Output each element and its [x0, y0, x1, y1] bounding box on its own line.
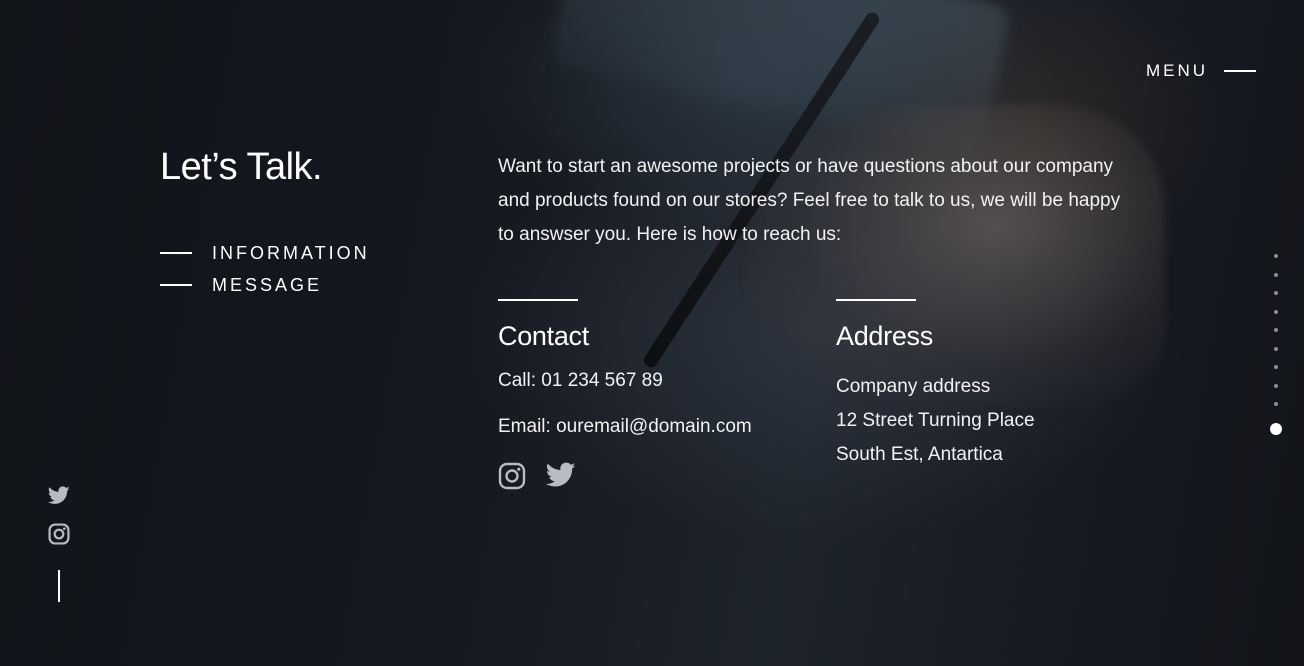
- pagination-dot[interactable]: [1274, 383, 1278, 388]
- address-heading: Address: [836, 321, 933, 351]
- contact-socials: [498, 462, 752, 490]
- sidebar-socials: [48, 486, 70, 545]
- section-pagination: [1270, 254, 1282, 435]
- contact-block: Contact Call: 01 234 567 89 Email: ourem…: [498, 299, 752, 490]
- pagination-dot[interactable]: [1274, 346, 1278, 351]
- section-nav-label: INFORMATION: [212, 242, 370, 263]
- pagination-dot[interactable]: [1274, 309, 1278, 314]
- pagination-dot[interactable]: [1274, 365, 1278, 369]
- nav-dash-icon: [160, 284, 192, 286]
- contact-email: Email: ouremail@domain.com: [498, 416, 752, 437]
- pagination-dot[interactable]: [1274, 402, 1278, 406]
- address-line: South Est, Antartica: [836, 444, 1003, 465]
- twitter-icon[interactable]: [48, 486, 70, 505]
- instagram-icon[interactable]: [498, 462, 526, 490]
- menu-line-icon: [1224, 70, 1256, 72]
- contact-divider: [498, 299, 578, 301]
- nav-dash-icon: [160, 252, 192, 254]
- pagination-dot[interactable]: [1274, 328, 1278, 332]
- menu-label: MENU: [1145, 61, 1208, 80]
- contact-heading: Contact: [498, 321, 589, 351]
- pagination-dot[interactable]: [1274, 291, 1278, 295]
- address-line: Company address: [836, 376, 991, 397]
- intro-text: Want to start an awesome projects or hav…: [498, 156, 1121, 245]
- section-nav: INFORMATION MESSAGE: [160, 237, 370, 301]
- address-lines: Company address 12 Street Turning Place …: [836, 370, 1035, 472]
- address-line: 12 Street Turning Place: [836, 410, 1035, 431]
- contact-phone: Call: 01 234 567 89: [498, 370, 663, 391]
- address-block: Address Company address 12 Street Turnin…: [836, 299, 1035, 472]
- scroll-indicator-line: [58, 570, 60, 602]
- contact-page: MENU Let’s Talk. INFORMATION MESSAGE Wan…: [0, 0, 1304, 666]
- menu-button[interactable]: MENU: [1146, 61, 1256, 81]
- section-nav-item-information[interactable]: INFORMATION: [160, 237, 370, 269]
- page-title: Let’s Talk.: [160, 146, 323, 188]
- twitter-icon[interactable]: [546, 462, 576, 490]
- pagination-dot[interactable]: [1274, 254, 1278, 258]
- address-divider: [836, 299, 916, 301]
- pagination-dot[interactable]: [1274, 272, 1278, 277]
- section-nav-item-message[interactable]: MESSAGE: [160, 269, 370, 301]
- instagram-icon[interactable]: [48, 523, 70, 545]
- section-nav-label: MESSAGE: [212, 274, 323, 295]
- pagination-dot-active[interactable]: [1270, 422, 1282, 435]
